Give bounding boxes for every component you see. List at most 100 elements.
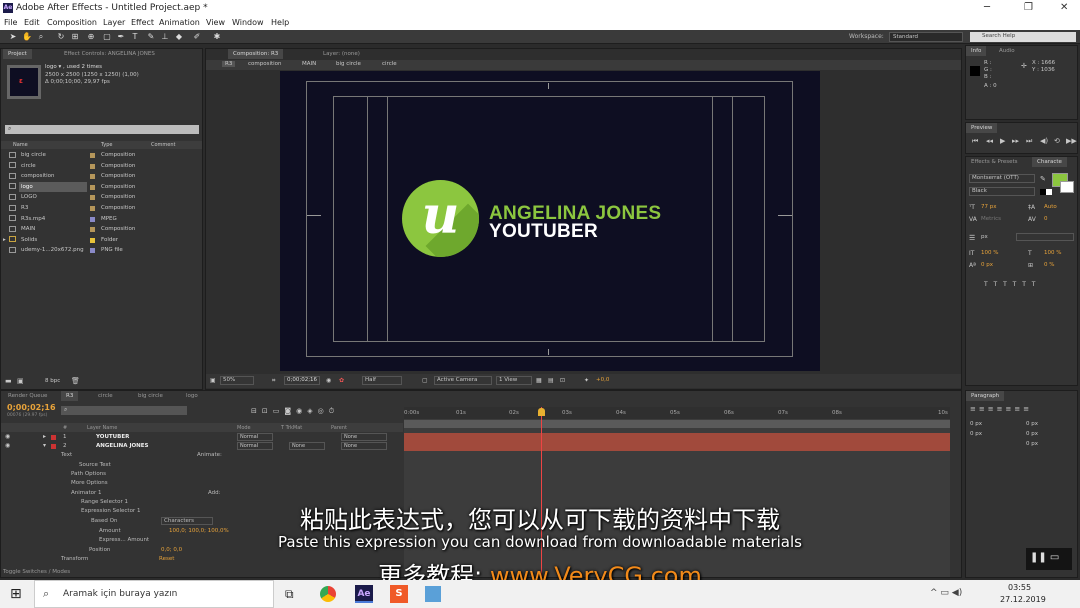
mask-tool-icon[interactable]: ▢ [102, 32, 112, 42]
breadcrumb-composition[interactable]: composition [248, 61, 282, 67]
new-folder-icon[interactable]: ▬ [5, 377, 12, 385]
next-frame-icon[interactable]: ▸▸ [1012, 137, 1019, 145]
menu-help[interactable]: Help [271, 18, 289, 27]
tab-effect-controls[interactable]: Effect Controls: ANGELINA JONES [59, 49, 160, 59]
label-color[interactable] [51, 435, 56, 440]
text-style-buttons[interactable]: TTTTTT [984, 281, 1041, 288]
audio-icon[interactable]: ◀) [1040, 137, 1048, 145]
windows-start-icon[interactable]: ⊞ [10, 586, 22, 602]
chevron-right-icon[interactable]: ▸ [3, 235, 6, 246]
ram-preview-icon[interactable]: ▶▶ [1066, 137, 1077, 145]
font-size-value[interactable]: 77 px [981, 204, 997, 210]
tab-logo[interactable]: logo [181, 391, 203, 401]
after-effects-taskbar-icon[interactable]: Ae [355, 585, 373, 603]
menu-view[interactable]: View [206, 18, 225, 27]
grid-icon[interactable]: ▦ [536, 377, 542, 384]
eyedropper-icon[interactable]: ✎ [1040, 175, 1046, 183]
last-frame-icon[interactable]: ⏭ [1026, 137, 1032, 146]
list-item[interactable]: udemy-1...20x672.png PNG file [1, 245, 202, 256]
playhead[interactable] [541, 407, 542, 577]
camera-tool-icon[interactable]: ⊞ [70, 32, 80, 42]
tracking-value[interactable]: 0 [1044, 216, 1048, 222]
workspace-select[interactable]: Standard [889, 32, 963, 42]
eraser-tool-icon[interactable]: ◆ [174, 32, 184, 42]
leading-value[interactable]: Auto [1044, 204, 1057, 210]
trash-icon[interactable]: 🗑 [71, 377, 80, 385]
project-search-input[interactable]: ⌕ [5, 125, 199, 134]
list-item[interactable]: big circle Composition [1, 150, 202, 161]
list-item[interactable]: ▸ Solids Folder [1, 235, 202, 246]
menu-effect[interactable]: Effect [131, 18, 154, 27]
file-explorer-icon[interactable] [425, 586, 441, 602]
tab-audio[interactable]: Audio [994, 46, 1020, 56]
selection-tool-icon[interactable]: ➤ [8, 32, 18, 42]
anchor-tool-icon[interactable]: ⊕ [86, 32, 96, 42]
resolution-select[interactable]: Half [362, 376, 402, 385]
search-help-input[interactable]: Search Help [970, 32, 1076, 42]
prop-path-options[interactable]: Path Options [71, 471, 106, 477]
camera-select[interactable]: Active Camera [434, 376, 492, 385]
prop-animator-1[interactable]: Animator 1 [71, 490, 102, 496]
table-row[interactable]: ◉ ▸ 1 YOUTUBER Normal None [1, 433, 403, 442]
layer-bar-angelina[interactable] [404, 442, 950, 451]
tab-character[interactable]: Characte [1032, 157, 1067, 167]
play-icon[interactable]: ▶ [1000, 137, 1005, 145]
region-icon[interactable]: ▢ [422, 377, 428, 384]
maximize-button[interactable]: ❐ [1024, 2, 1033, 13]
tray-icons[interactable]: ^ ▭ ◀) [930, 588, 962, 598]
breadcrumb-r3[interactable]: R3 [222, 61, 236, 67]
composition-viewer[interactable]: u ANGELINA JONES YOUTUBER [280, 71, 820, 371]
tab-paragraph[interactable]: Paragraph [966, 391, 1005, 401]
chrome-icon[interactable] [320, 586, 336, 602]
new-composition-icon[interactable]: ▣ [17, 377, 24, 385]
stroke-color-swatch[interactable] [1060, 181, 1074, 193]
list-item[interactable]: MAIN Composition [1, 224, 202, 235]
eye-icon[interactable]: ◉ [5, 433, 10, 440]
font-style-select[interactable]: Black [969, 187, 1035, 196]
timeline-graph[interactable]: 0:00s 01s 02s 03s 04s 05s 06s 07s 08s 10… [404, 407, 950, 577]
list-item[interactable]: R3s.mp4 MPEG [1, 214, 202, 225]
space-after-value[interactable]: 0 px [1026, 431, 1038, 437]
playhead-handle[interactable] [538, 408, 545, 416]
column-comment[interactable]: Comment [151, 142, 176, 148]
horizontal-scale-value[interactable]: 100 % [1044, 250, 1061, 256]
column-type[interactable]: Type [101, 142, 112, 148]
stroke-mode-select[interactable] [1016, 233, 1074, 241]
tab-project[interactable]: Project [3, 49, 32, 59]
timeline-search-input[interactable]: ⌕ [61, 406, 187, 415]
tab-effects-presets[interactable]: Effects & Presets [966, 157, 1023, 167]
prop-source-text[interactable]: Source Text [79, 462, 111, 468]
label-color[interactable] [51, 444, 56, 449]
menu-animation[interactable]: Animation [159, 18, 200, 27]
prev-frame-icon[interactable]: ◂◂ [986, 137, 993, 145]
stamp-tool-icon[interactable]: ⊥ [160, 32, 170, 42]
list-item[interactable]: LOGO Composition [1, 192, 202, 203]
first-frame-icon[interactable]: ⏮ [972, 137, 978, 146]
breadcrumb-circle[interactable]: circle [382, 61, 397, 67]
font-family-select[interactable]: Montserrat (OTT) [969, 174, 1035, 183]
task-view-icon[interactable]: ⧉ [285, 587, 294, 602]
tsume-value[interactable]: 0 % [1044, 262, 1054, 268]
space-before-value[interactable]: 0 px [970, 431, 982, 437]
close-button[interactable]: ✕ [1060, 2, 1068, 13]
eye-icon[interactable]: ◉ [5, 442, 10, 449]
alignment-buttons[interactable]: ≡≡≡≡≡≡≡ [970, 405, 1032, 413]
tab-render-queue[interactable]: Render Queue [3, 391, 52, 401]
loop-icon[interactable]: ⟲ [1054, 137, 1060, 145]
menu-window[interactable]: Window [232, 18, 264, 27]
tab-r3[interactable]: R3 [61, 391, 79, 401]
tab-composition-r3[interactable]: Composition: R3 [228, 49, 284, 59]
menu-composition[interactable]: Composition [47, 18, 97, 27]
prop-text[interactable]: Text [61, 452, 72, 458]
pen-tool-icon[interactable]: ✒ [116, 32, 126, 42]
exposure-value[interactable]: +0,0 [596, 377, 609, 383]
work-area-bar[interactable] [404, 420, 950, 428]
list-item[interactable]: composition Composition [1, 171, 202, 182]
exposure-icon[interactable]: ✦ [584, 377, 589, 384]
brush-tool-icon[interactable]: ✎ [146, 32, 156, 42]
list-item[interactable]: circle Composition [1, 161, 202, 172]
first-line-indent-value[interactable]: 0 px [1026, 441, 1038, 447]
bpc-button[interactable]: 8 bpc [45, 378, 60, 384]
stroke-width-value[interactable]: px [981, 234, 988, 240]
video-overlay-controls[interactable]: ❚❚ ▭ [1026, 548, 1072, 570]
